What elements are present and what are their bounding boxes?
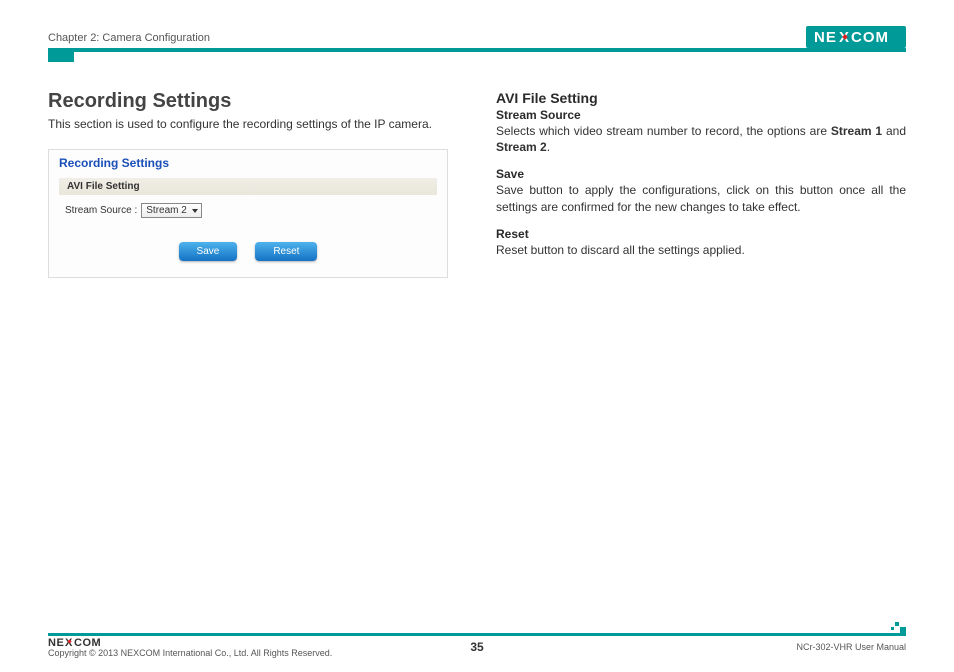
- content: Recording Settings This section is used …: [48, 90, 906, 278]
- reset-heading: Reset: [496, 227, 906, 241]
- save-button[interactable]: Save: [179, 242, 238, 261]
- page-header: Chapter 2: Camera Configuration NE X COM: [48, 18, 906, 48]
- left-column: Recording Settings This section is used …: [48, 90, 458, 278]
- stream-source-desc: Selects which video stream number to rec…: [496, 123, 906, 155]
- save-desc: Save button to apply the configurations,…: [496, 182, 906, 214]
- svg-text:NE: NE: [48, 637, 64, 648]
- stream-source-dropdown[interactable]: Stream 2: [141, 203, 202, 218]
- reset-button[interactable]: Reset: [255, 242, 317, 261]
- page-footer: NE X COM Copyright © 2013 NEXCOM Interna…: [48, 636, 906, 658]
- intro-text: This section is used to configure the re…: [48, 117, 458, 131]
- save-heading: Save: [496, 167, 906, 181]
- panel-title: Recording Settings: [59, 156, 437, 170]
- button-row: Save Reset: [59, 242, 437, 261]
- stream-source-heading: Stream Source: [496, 108, 906, 122]
- header-tab: [48, 52, 74, 62]
- stream-source-row: Stream Source : Stream 2: [59, 203, 437, 218]
- doc-name: NCr-302-VHR User Manual: [796, 642, 906, 652]
- footer-left: NE X COM Copyright © 2013 NEXCOM Interna…: [48, 636, 332, 658]
- svg-text:COM: COM: [851, 29, 889, 45]
- copyright-text: Copyright © 2013 NEXCOM International Co…: [48, 648, 332, 658]
- reset-desc: Reset button to discard all the settings…: [496, 242, 906, 258]
- svg-text:COM: COM: [74, 637, 101, 648]
- avi-heading: AVI File Setting: [496, 90, 906, 106]
- panel-subtitle: AVI File Setting: [59, 178, 437, 195]
- chapter-label: Chapter 2: Camera Configuration: [48, 32, 210, 48]
- nexcom-logo-top: NE X COM: [806, 26, 906, 48]
- page-title: Recording Settings: [48, 90, 458, 113]
- settings-panel: Recording Settings AVI File Setting Stre…: [48, 149, 448, 278]
- stream-source-label: Stream Source :: [65, 205, 137, 216]
- right-column: AVI File Setting Stream Source Selects w…: [496, 90, 906, 278]
- nexcom-logo-bottom: NE X COM: [48, 636, 332, 648]
- footer-decoration: [888, 621, 906, 633]
- header-rule: [48, 48, 906, 52]
- svg-text:NE: NE: [814, 29, 837, 45]
- page-number: 35: [470, 640, 483, 654]
